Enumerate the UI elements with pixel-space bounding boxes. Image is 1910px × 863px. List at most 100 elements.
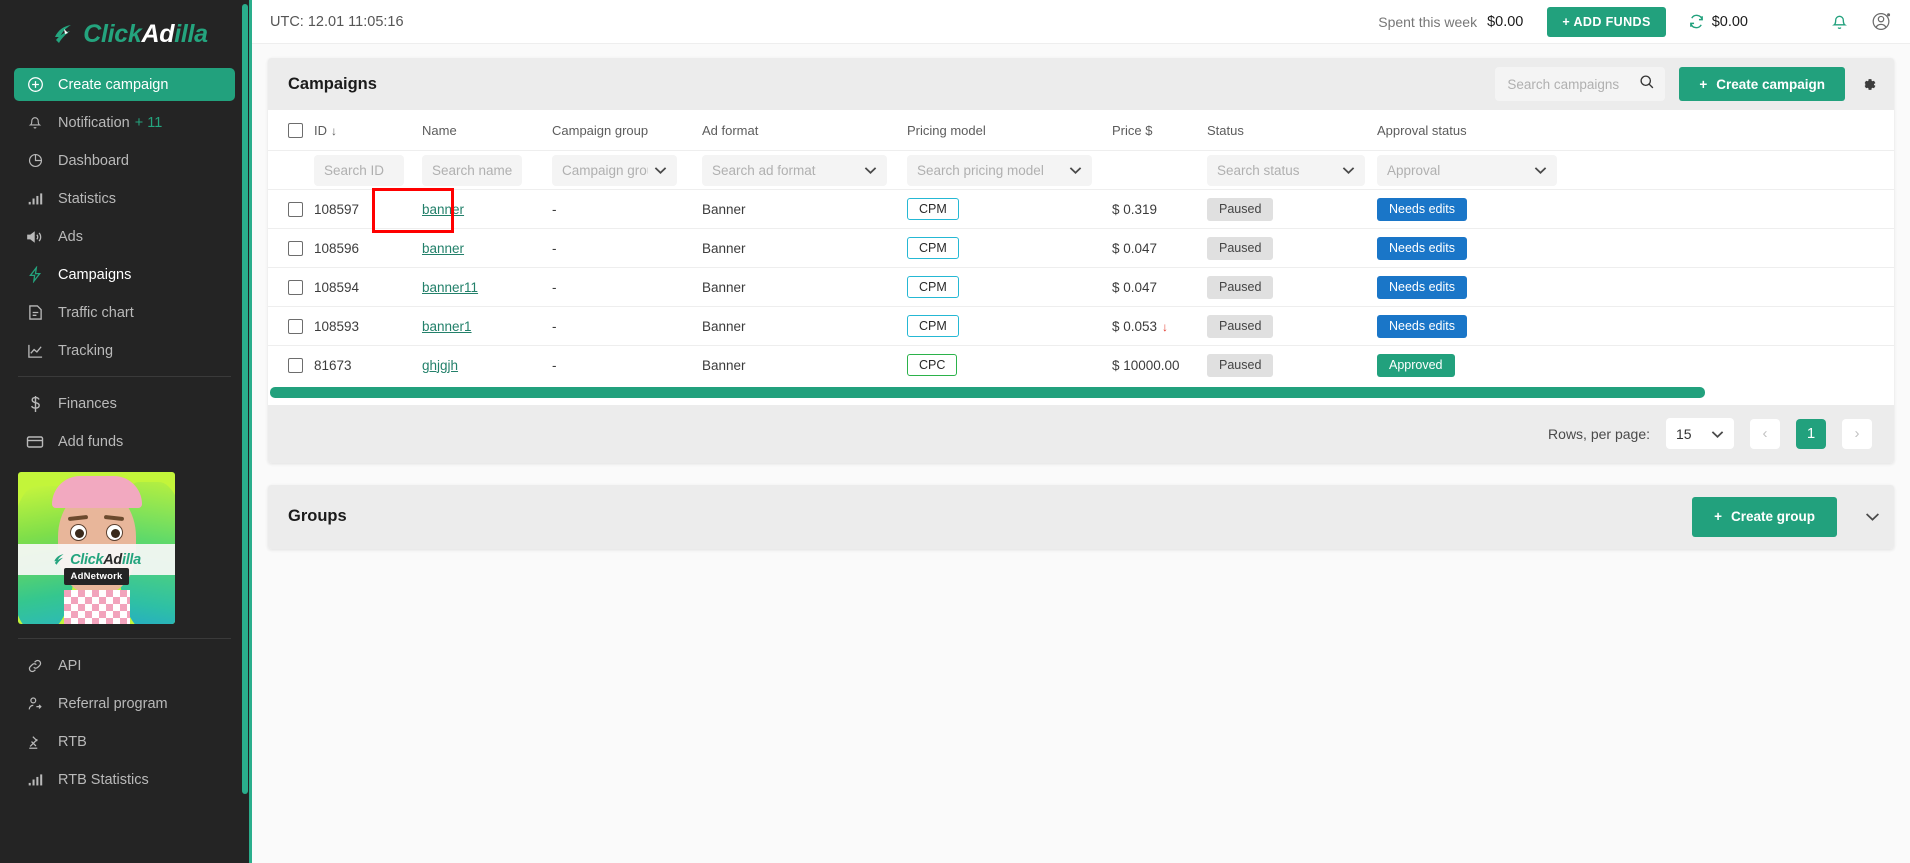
filter-ad-format-value: Search ad format — [712, 163, 858, 178]
filter-campaign-group-value: Campaign group — [562, 163, 648, 178]
row-checkbox[interactable] — [288, 280, 303, 295]
campaigns-card: Campaigns + Create campa — [268, 58, 1894, 463]
approval-status-badge[interactable]: Needs edits — [1377, 198, 1467, 221]
clickadilla-bird-logo-icon — [51, 21, 77, 47]
select-all-checkbox[interactable] — [288, 123, 303, 138]
rows-per-page-select[interactable]: 15 — [1666, 418, 1734, 449]
sidebar-item-add-funds[interactable]: Add funds — [14, 425, 235, 458]
column-header-name[interactable]: Name — [422, 110, 552, 151]
campaign-name-link[interactable]: banner — [422, 202, 464, 217]
refresh-icon[interactable] — [1688, 13, 1705, 30]
account-icon[interactable] — [1871, 11, 1892, 32]
campaign-name-link[interactable]: banner1 — [422, 319, 472, 334]
pricing-model-badge: CPM — [907, 198, 959, 220]
column-header-ad-format[interactable]: Ad format — [702, 110, 907, 151]
pagination-prev-button[interactable]: ‹ — [1750, 419, 1780, 449]
campaign-name-link[interactable]: banner — [422, 241, 464, 256]
bar-chart-icon — [24, 190, 46, 208]
campaign-name-link[interactable]: banner11 — [422, 280, 478, 295]
table-row[interactable]: 108593 banner1 - Banner CPM $ 0.053↓ Pau… — [268, 307, 1894, 346]
campaigns-table: ID↓ Name Campaign group Ad format Pricin… — [268, 110, 1894, 385]
sidebar-item-statistics[interactable]: Statistics — [14, 182, 235, 215]
balance[interactable]: $0.00 — [1688, 13, 1748, 30]
status-badge: Paused — [1207, 198, 1273, 221]
plus-circle-icon — [24, 76, 46, 94]
filter-cell-group: Campaign group — [552, 151, 702, 190]
pricing-model-badge: CPM — [907, 315, 959, 337]
column-header-price[interactable]: Price $ — [1112, 110, 1207, 151]
gear-icon[interactable] — [1859, 75, 1878, 94]
promo-tagline: AdNetwork — [64, 568, 130, 585]
sidebar-item-finances[interactable]: Finances — [14, 387, 235, 420]
notifications-bell-icon[interactable] — [1830, 12, 1849, 32]
pagination-next-button[interactable]: › — [1842, 419, 1872, 449]
topbar-right: Spent this week $0.00 + ADD FUNDS $0.00 — [1378, 7, 1892, 37]
sidebar-item-ads[interactable]: Ads — [14, 220, 235, 253]
sidebar-scrollbar[interactable] — [242, 0, 249, 863]
column-header-approval-status[interactable]: Approval status — [1377, 110, 1894, 151]
table-row[interactable]: 81673 ghjgjh - Banner CPC $ 10000.00 Pau… — [268, 346, 1894, 385]
table-row[interactable]: 108597 banner - Banner CPM $ 0.319 Pause… — [268, 190, 1894, 229]
search-campaigns-box[interactable] — [1495, 67, 1665, 101]
table-horizontal-scrollbar[interactable] — [268, 385, 1894, 405]
campaigns-header: Campaigns + Create campa — [268, 58, 1894, 110]
filter-cell-approval: Approval — [1377, 151, 1894, 190]
sidebar: ClickAdilla Create campaign Notification — [0, 0, 249, 863]
create-campaign-button[interactable]: + Create campaign — [1679, 67, 1845, 101]
logo[interactable]: ClickAdilla — [0, 0, 249, 68]
approval-status-badge[interactable]: Needs edits — [1377, 315, 1467, 338]
filter-ad-format-select[interactable]: Search ad format — [702, 155, 887, 186]
table-row[interactable]: 108596 banner - Banner CPM $ 0.047 Pause… — [268, 229, 1894, 268]
row-checkbox[interactable] — [288, 241, 303, 256]
logo-text-part2: Ad — [141, 20, 174, 48]
column-header-pricing-model[interactable]: Pricing model — [907, 110, 1112, 151]
row-checkbox[interactable] — [288, 358, 303, 373]
create-group-button[interactable]: + Create group — [1692, 497, 1837, 537]
approval-status-badge[interactable]: Needs edits — [1377, 237, 1467, 260]
sidebar-item-rtb[interactable]: RTB — [14, 725, 235, 758]
search-icon[interactable] — [1639, 74, 1655, 95]
table-horizontal-scrollbar-thumb[interactable] — [270, 387, 1705, 398]
approval-status-badge[interactable]: Needs edits — [1377, 276, 1467, 299]
sidebar-item-notification[interactable]: Notification + 11 — [14, 106, 235, 139]
approval-status-badge[interactable]: Approved — [1377, 354, 1455, 377]
pagination-page-1[interactable]: 1 — [1796, 419, 1826, 449]
sidebar-item-tracking[interactable]: Tracking — [14, 334, 235, 367]
sidebar-item-label: Referral program — [58, 696, 168, 712]
filter-id-input[interactable] — [314, 155, 404, 186]
column-header-status[interactable]: Status — [1207, 110, 1377, 151]
promo-banner[interactable]: ClickAdilla AdNetwork — [18, 472, 175, 624]
row-checkbox[interactable] — [288, 319, 303, 334]
column-header-campaign-group[interactable]: Campaign group — [552, 110, 702, 151]
filter-cell-name — [422, 151, 552, 190]
create-campaign-label: Create campaign — [1716, 77, 1825, 92]
search-input[interactable] — [1507, 77, 1639, 92]
cell-price: $ 0.053 — [1112, 319, 1157, 334]
sidebar-item-create-campaign[interactable]: Create campaign — [14, 68, 235, 101]
filter-name-input[interactable] — [422, 155, 522, 186]
sidebar-item-traffic-chart[interactable]: Traffic chart — [14, 296, 235, 329]
filter-status-value: Search status — [1217, 163, 1336, 178]
plus-icon: + — [1714, 509, 1722, 524]
groups-collapse-toggle[interactable] — [1865, 512, 1880, 522]
sidebar-item-campaigns[interactable]: Campaigns — [14, 258, 235, 291]
sidebar-scrollbar-thumb[interactable] — [242, 4, 248, 794]
cell-ad-format: Banner — [702, 307, 907, 346]
filter-approval-select[interactable]: Approval — [1377, 155, 1557, 186]
column-header-id[interactable]: ID↓ — [314, 110, 422, 151]
add-funds-button[interactable]: + ADD FUNDS — [1547, 7, 1665, 37]
campaigns-table-body: Campaign group Search ad format — [268, 151, 1894, 385]
page-title: Campaigns — [288, 75, 377, 94]
promo-brand-part2: Ad — [103, 552, 122, 568]
filter-campaign-group-select[interactable]: Campaign group — [552, 155, 677, 186]
sidebar-item-api[interactable]: API — [14, 649, 235, 682]
campaign-name-link[interactable]: ghjgjh — [422, 358, 458, 373]
sidebar-item-rtb-statistics[interactable]: RTB Statistics — [14, 763, 235, 796]
table-row[interactable]: 108594 banner11 - Banner CPM $ 0.047 Pau… — [268, 268, 1894, 307]
row-checkbox[interactable] — [288, 202, 303, 217]
sidebar-item-dashboard[interactable]: Dashboard — [14, 144, 235, 177]
filter-status-select[interactable]: Search status — [1207, 155, 1365, 186]
filter-pricing-model-select[interactable]: Search pricing model — [907, 155, 1092, 186]
sidebar-item-referral-program[interactable]: Referral program — [14, 687, 235, 720]
user-share-icon — [24, 695, 46, 713]
